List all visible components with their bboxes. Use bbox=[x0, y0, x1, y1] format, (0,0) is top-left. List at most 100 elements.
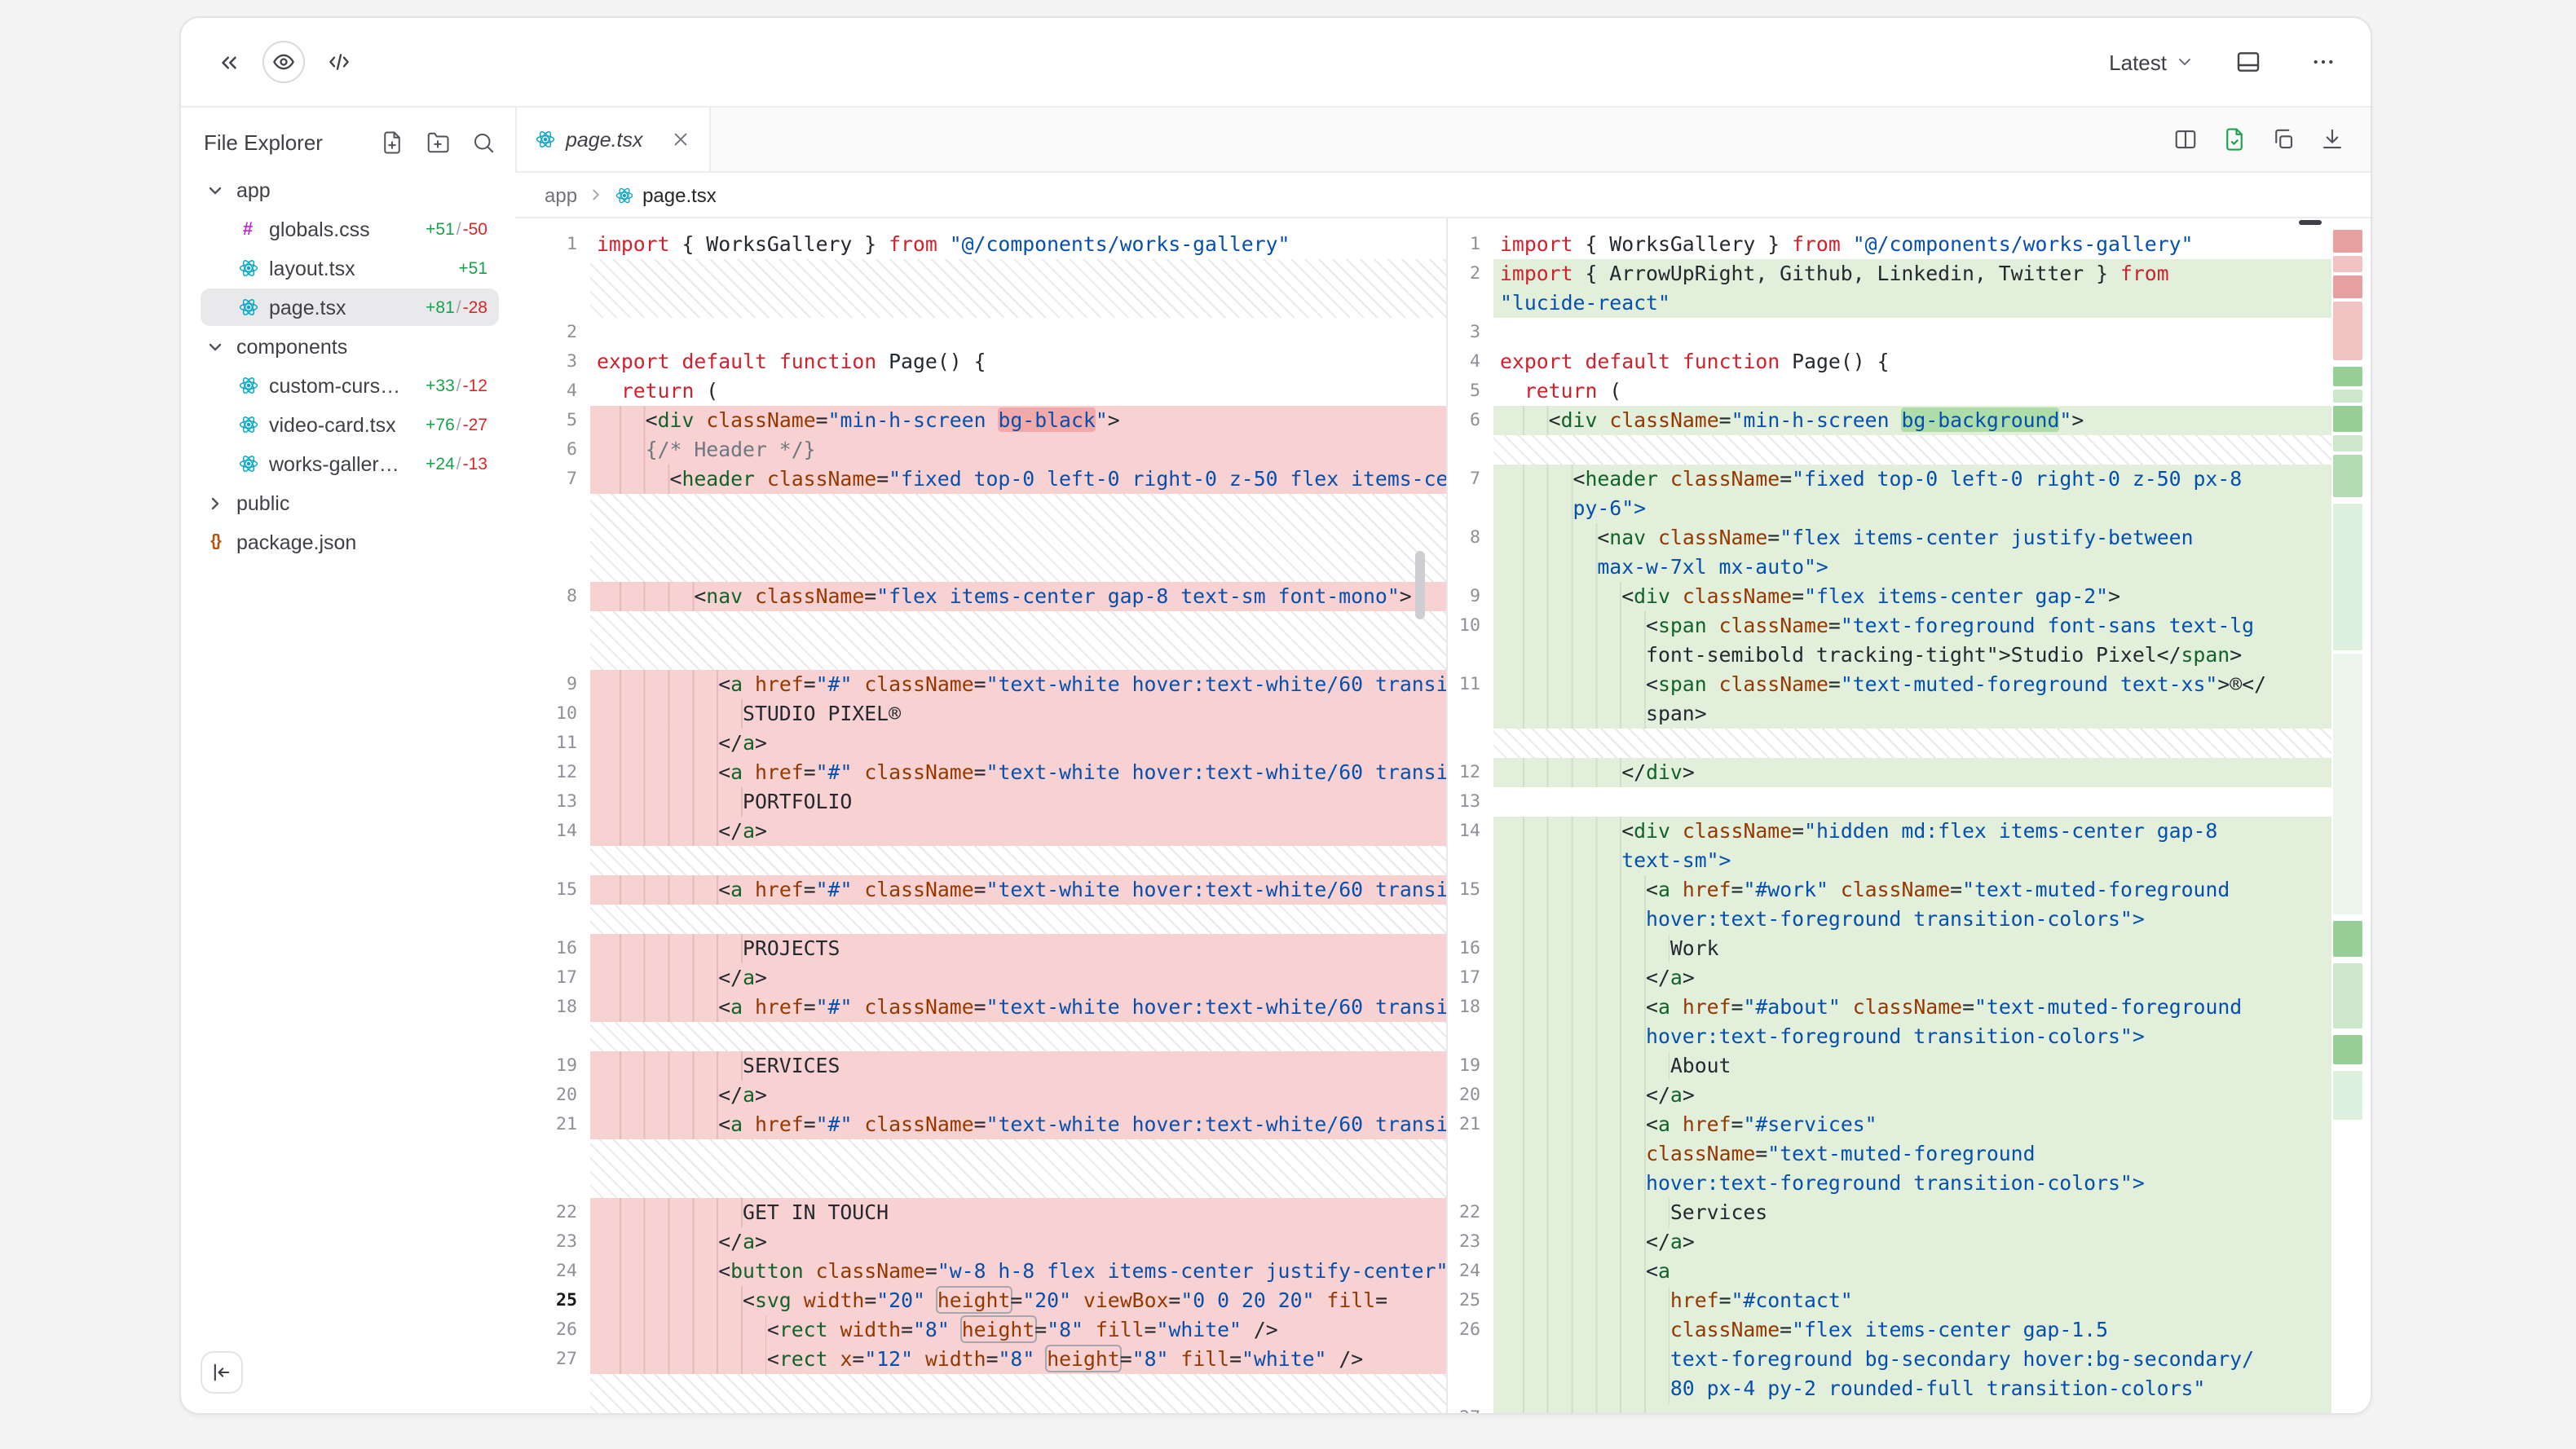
diff-row[interactable]: hover:text-foreground transition-colors"… bbox=[1448, 1022, 2331, 1051]
apply-file-button[interactable] bbox=[2222, 127, 2247, 152]
collapsed-region[interactable] bbox=[1448, 729, 2331, 758]
diff-row[interactable]: 22 GET IN TOUCH bbox=[515, 1198, 1446, 1227]
diff-row[interactable]: py-6"> bbox=[1448, 494, 2331, 523]
diff-row[interactable]: 20 </a> bbox=[1448, 1081, 2331, 1110]
download-button[interactable] bbox=[2320, 127, 2344, 152]
diff-row[interactable]: 13 bbox=[1448, 787, 2331, 817]
diff-row[interactable]: 15 <a href="#work" className="text-muted… bbox=[1448, 875, 2331, 905]
diff-row[interactable]: text-sm"> bbox=[1448, 846, 2331, 875]
diff-row[interactable]: 21 <a href="#services" bbox=[1448, 1110, 2331, 1139]
diff-row[interactable]: 23 </a> bbox=[515, 1227, 1446, 1257]
diff-row[interactable]: 14 <div className="hidden md:flex items-… bbox=[1448, 817, 2331, 846]
diff-pane-old[interactable]: 1import { WorksGallery } from "@/compone… bbox=[515, 218, 1446, 1413]
new-folder-button[interactable] bbox=[426, 130, 450, 155]
diff-row[interactable]: 5 <div className="min-h-screen bg-black"… bbox=[515, 406, 1446, 435]
more-options-button[interactable] bbox=[2302, 41, 2344, 83]
diff-row[interactable]: 27 <rect x="12" width="8" height="8" fil… bbox=[515, 1345, 1446, 1374]
diff-row[interactable]: 10 <span className="text-foreground font… bbox=[1448, 611, 2331, 641]
diff-row[interactable]: 14 </a> bbox=[515, 817, 1446, 846]
diff-row[interactable]: 1import { WorksGallery } from "@/compone… bbox=[515, 230, 1446, 259]
collapsed-region[interactable] bbox=[515, 1374, 1446, 1413]
diff-row[interactable]: 25 href="#contact" bbox=[1448, 1286, 2331, 1315]
tree-item-globals.css[interactable]: #globals.css+51/-50 bbox=[201, 210, 499, 248]
diff-row[interactable]: 25 <svg width="20" height="20" viewBox="… bbox=[515, 1286, 1446, 1315]
tree-item-custom-curs-[interactable]: custom-curs…+33/-12 bbox=[201, 367, 499, 404]
diff-row[interactable]: 24 <a bbox=[1448, 1257, 2331, 1286]
tree-item-components[interactable]: components bbox=[201, 328, 499, 365]
diff-row[interactable]: className="text-muted-foreground bbox=[1448, 1139, 2331, 1169]
collapsed-region[interactable] bbox=[515, 494, 1446, 582]
collapsed-region[interactable] bbox=[515, 259, 1446, 318]
diff-row[interactable]: 15 <a href="#" className="text-white hov… bbox=[515, 875, 1446, 905]
diff-row[interactable]: 11 </a> bbox=[515, 729, 1446, 758]
diff-row[interactable]: max-w-7xl mx-auto"> bbox=[1448, 553, 2331, 582]
diff-row[interactable]: 26 className="flex items-center gap-1.5 bbox=[1448, 1315, 2331, 1345]
diff-row[interactable]: 17 </a> bbox=[1448, 963, 2331, 993]
tree-item-works-galler-[interactable]: works-galler…+24/-13 bbox=[201, 445, 499, 482]
diff-row[interactable]: 27 > bbox=[1448, 1403, 2331, 1413]
diff-row[interactable]: 1import { WorksGallery } from "@/compone… bbox=[1448, 230, 2331, 259]
diff-row[interactable]: 6 {/* Header */} bbox=[515, 435, 1446, 465]
tree-item-app[interactable]: app bbox=[201, 171, 499, 209]
collapsed-region[interactable] bbox=[515, 1139, 1446, 1198]
diff-row[interactable]: 19 SERVICES bbox=[515, 1051, 1446, 1081]
diff-row[interactable]: 12 </div> bbox=[1448, 758, 2331, 787]
close-tab-button[interactable] bbox=[667, 126, 693, 152]
diff-row[interactable]: 18 <a href="#about" className="text-mute… bbox=[1448, 993, 2331, 1022]
diff-row[interactable]: 12 <a href="#" className="text-white hov… bbox=[515, 758, 1446, 787]
breadcrumb-file[interactable]: page.tsx bbox=[615, 183, 717, 206]
preview-toggle-button[interactable] bbox=[262, 41, 305, 83]
diff-row[interactable]: 2import { ArrowUpRight, Github, Linkedin… bbox=[1448, 259, 2331, 288]
search-files-button[interactable] bbox=[471, 130, 496, 155]
diff-row[interactable]: 16 Work bbox=[1448, 934, 2331, 963]
diff-row[interactable]: 11 <span className="text-muted-foregroun… bbox=[1448, 670, 2331, 699]
collapse-panel-button[interactable] bbox=[207, 41, 249, 83]
diff-row[interactable]: 26 <rect width="8" height="8" fill="whit… bbox=[515, 1315, 1446, 1345]
diff-row[interactable]: 21 <a href="#" className="text-white hov… bbox=[515, 1110, 1446, 1139]
tree-item-package.json[interactable]: {}package.json bbox=[201, 523, 499, 561]
diff-row[interactable]: 17 </a> bbox=[515, 963, 1446, 993]
diff-row[interactable]: 7 <header className="fixed top-0 left-0 … bbox=[1448, 465, 2331, 494]
diff-row[interactable]: 24 <button className="w-8 h-8 flex items… bbox=[515, 1257, 1446, 1286]
collapsed-region[interactable] bbox=[515, 846, 1446, 875]
diff-row[interactable]: 16 PROJECTS bbox=[515, 934, 1446, 963]
diff-row[interactable]: 22 Services bbox=[1448, 1198, 2331, 1227]
breadcrumb-folder[interactable]: app bbox=[545, 183, 577, 206]
collapsed-region[interactable] bbox=[1448, 435, 2331, 465]
tree-item-video-card.tsx[interactable]: video-card.tsx+76/-27 bbox=[201, 406, 499, 443]
diff-pane-new[interactable]: 1import { WorksGallery } from "@/compone… bbox=[1448, 218, 2331, 1413]
diff-row[interactable]: hover:text-foreground transition-colors"… bbox=[1448, 1169, 2331, 1198]
diff-row[interactable]: span> bbox=[1448, 699, 2331, 729]
diff-row[interactable]: text-foreground bg-secondary hover:bg-se… bbox=[1448, 1345, 2331, 1374]
tree-item-page.tsx[interactable]: page.tsx+81/-28 bbox=[201, 288, 499, 326]
diff-row[interactable]: font-semibold tracking-tight">Studio Pix… bbox=[1448, 641, 2331, 670]
diff-row[interactable]: 8 <nav className="flex items-center just… bbox=[1448, 523, 2331, 553]
diff-minimap[interactable] bbox=[2333, 230, 2362, 1397]
diff-row[interactable]: 8 <nav className="flex items-center gap-… bbox=[515, 582, 1446, 611]
collapsed-region[interactable] bbox=[515, 905, 1446, 934]
new-file-button[interactable] bbox=[380, 130, 404, 155]
diff-row[interactable]: 4 return ( bbox=[515, 377, 1446, 406]
diff-row[interactable]: 18 <a href="#" className="text-white hov… bbox=[515, 993, 1446, 1022]
diff-row[interactable]: hover:text-foreground transition-colors"… bbox=[1448, 905, 2331, 934]
tree-item-layout.tsx[interactable]: layout.tsx+51 bbox=[201, 249, 499, 287]
diff-row[interactable]: 9 <a href="#" className="text-white hove… bbox=[515, 670, 1446, 699]
copy-code-button[interactable] bbox=[2271, 127, 2296, 152]
diff-row[interactable]: 20 </a> bbox=[515, 1081, 1446, 1110]
diff-row[interactable]: 13 PORTFOLIO bbox=[515, 787, 1446, 817]
split-editor-button[interactable] bbox=[2173, 127, 2198, 152]
diff-row[interactable]: 3export default function Page() { bbox=[515, 347, 1446, 377]
collapse-sidebar-button[interactable] bbox=[201, 1351, 243, 1394]
diff-row[interactable]: 3 bbox=[1448, 318, 2331, 347]
tab-page-tsx[interactable]: page.tsx bbox=[515, 108, 711, 171]
code-toggle-button[interactable] bbox=[318, 41, 360, 83]
panel-layout-button[interactable] bbox=[2227, 41, 2269, 83]
diff-row[interactable]: "lucide-react" bbox=[1448, 288, 2331, 318]
diff-row[interactable]: 2 bbox=[515, 318, 1446, 347]
diff-row[interactable]: 10 STUDIO PIXEL® bbox=[515, 699, 1446, 729]
diff-row[interactable]: 80 px-4 py-2 rounded-full transition-col… bbox=[1448, 1374, 2331, 1403]
diff-row[interactable]: 9 <div className="flex items-center gap-… bbox=[1448, 582, 2331, 611]
diff-row[interactable]: 7 <header className="fixed top-0 left-0 … bbox=[515, 465, 1446, 494]
diff-row[interactable]: 4export default function Page() { bbox=[1448, 347, 2331, 377]
left-pane-scrollbar-thumb[interactable] bbox=[1415, 551, 1425, 619]
